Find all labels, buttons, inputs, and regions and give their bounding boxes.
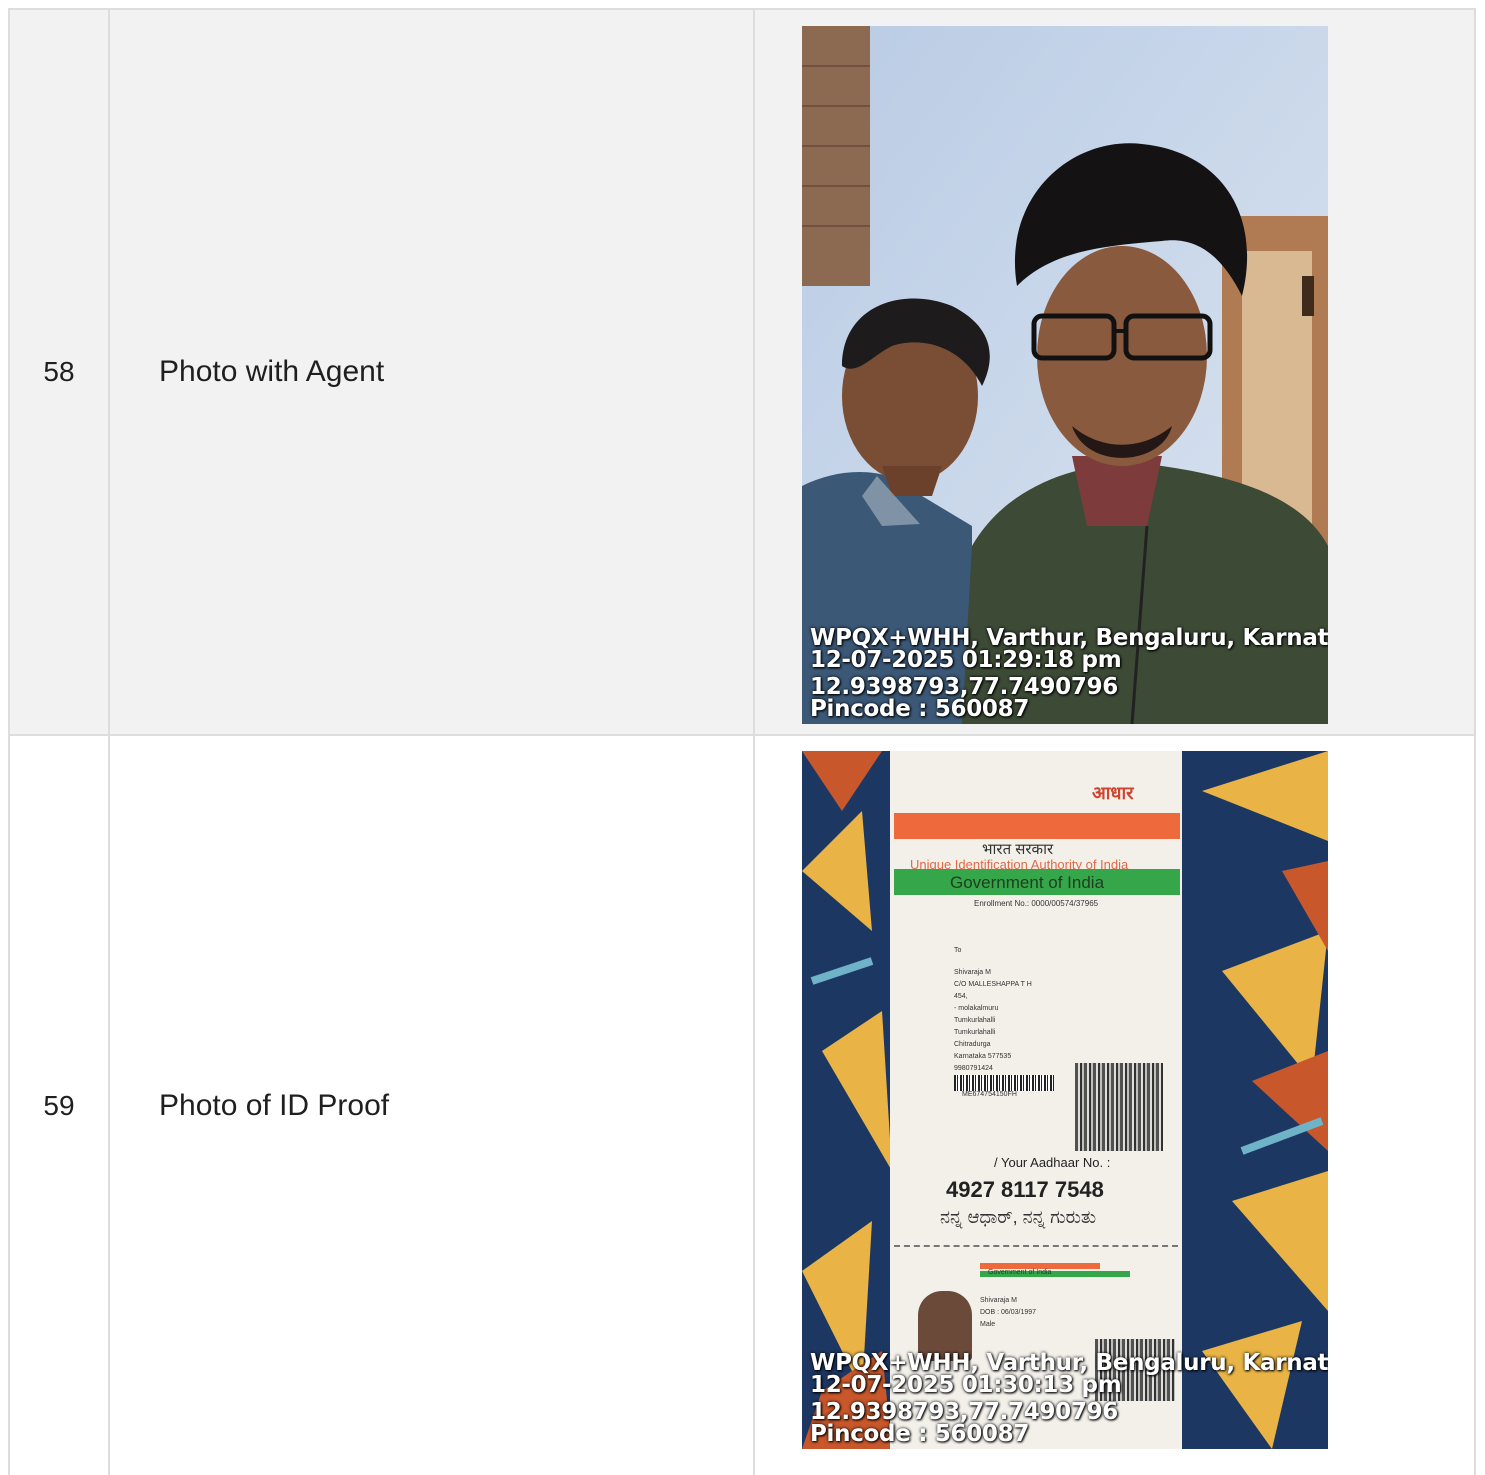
photo-cell: आधार भारत सरकार Unique Identification Au… — [753, 734, 1476, 1475]
row-label: Photo with Agent — [108, 8, 755, 736]
row-number: 59 — [8, 734, 110, 1475]
document-page: 58 Photo with Agent WPQX+WHH, Varthur, B… — [0, 0, 1485, 1475]
cut-line — [894, 1245, 1178, 1247]
geo-stamp: WPQX+WHH, Varthur, Bengaluru, Karnataka … — [810, 625, 1328, 722]
enrolment-no: Enrollment No.: 0000/00574/37965 — [974, 899, 1099, 908]
addr-to: To — [954, 947, 962, 954]
small-gender: Male — [980, 1321, 996, 1328]
stamp-pincode: Pincode : 560087 — [810, 1421, 1030, 1447]
aadhaar-number: 4927 8117 7548 — [946, 1177, 1104, 1202]
addr-careof: C/O MALLESHAPPA T H — [954, 981, 1032, 988]
geo-stamp: WPQX+WHH, Varthur, Bengaluru, Karnataka … — [810, 1350, 1328, 1447]
addr-name: Shivaraja M — [954, 969, 991, 976]
serial-no: ME674754150FH — [962, 1091, 1017, 1098]
stamp-coordinates: 12.9398793,77.7490796 — [810, 674, 1118, 700]
addr-village2: Tumkurlahalli — [954, 1029, 996, 1036]
addr-phone: 9980791424 — [954, 1065, 993, 1072]
photo-of-id-proof: आधार भारत सरकार Unique Identification Au… — [802, 751, 1328, 1449]
small-dob: DOB : 06/03/1997 — [980, 1309, 1037, 1316]
photo-cell: WPQX+WHH, Varthur, Bengaluru, Karnataka … — [753, 8, 1476, 736]
addr-state: Karnataka 577535 — [954, 1053, 1012, 1060]
stamp-datetime: 12-07-2025 01:30:13 pm — [810, 1372, 1122, 1398]
photo-with-agent: WPQX+WHH, Varthur, Bengaluru, Karnataka … — [802, 26, 1328, 724]
stamp-pincode: Pincode : 560087 — [810, 696, 1030, 722]
gov-hindi: भारत सरकार — [982, 841, 1054, 858]
row-number: 58 — [8, 8, 110, 736]
selfie-photo — [802, 26, 1328, 724]
government-text: Government of India — [950, 873, 1105, 892]
table-row: 58 Photo with Agent WPQX+WHH, Varthur, B… — [8, 8, 1476, 736]
addr-village1: Tumkurlahalli — [954, 1017, 996, 1024]
aadhaar-letter: आधार भारत सरकार Unique Identification Au… — [890, 751, 1182, 1449]
barcode — [954, 1075, 1054, 1091]
addr-house: 454, — [954, 993, 968, 1000]
table-row: 59 Photo of ID Proof आधार भारत सरकार Uni… — [8, 734, 1476, 1475]
row-label: Photo of ID Proof — [108, 734, 755, 1475]
kannada-band — [894, 813, 1180, 839]
stamp-coordinates: 12.9398793,77.7490796 — [810, 1399, 1118, 1425]
stamp-address: WPQX+WHH, Varthur, Bengaluru, Karnataka — [810, 1350, 1328, 1376]
records-table: 58 Photo with Agent WPQX+WHH, Varthur, B… — [8, 8, 1476, 1475]
addr-district: Chitradurga — [954, 1041, 991, 1048]
stamp-address: WPQX+WHH, Varthur, Bengaluru, Karnataka — [810, 625, 1328, 651]
your-aadhaar-label: / Your Aadhaar No. : — [994, 1155, 1111, 1170]
addr-locality: - molakalmuru — [954, 1005, 999, 1012]
aadhaar-slogan: ನನ್ನ ಆಧಾರ್, ನನ್ನ ಗುರುತು — [940, 1207, 1097, 1227]
qr-code — [1075, 1063, 1163, 1151]
stamp-datetime: 12-07-2025 01:29:18 pm — [810, 647, 1122, 673]
small-gov-text: Government of India — [988, 1269, 1052, 1276]
small-name: Shivaraja M — [980, 1297, 1017, 1304]
aadhaar-logo-text: आधार — [1092, 783, 1134, 803]
